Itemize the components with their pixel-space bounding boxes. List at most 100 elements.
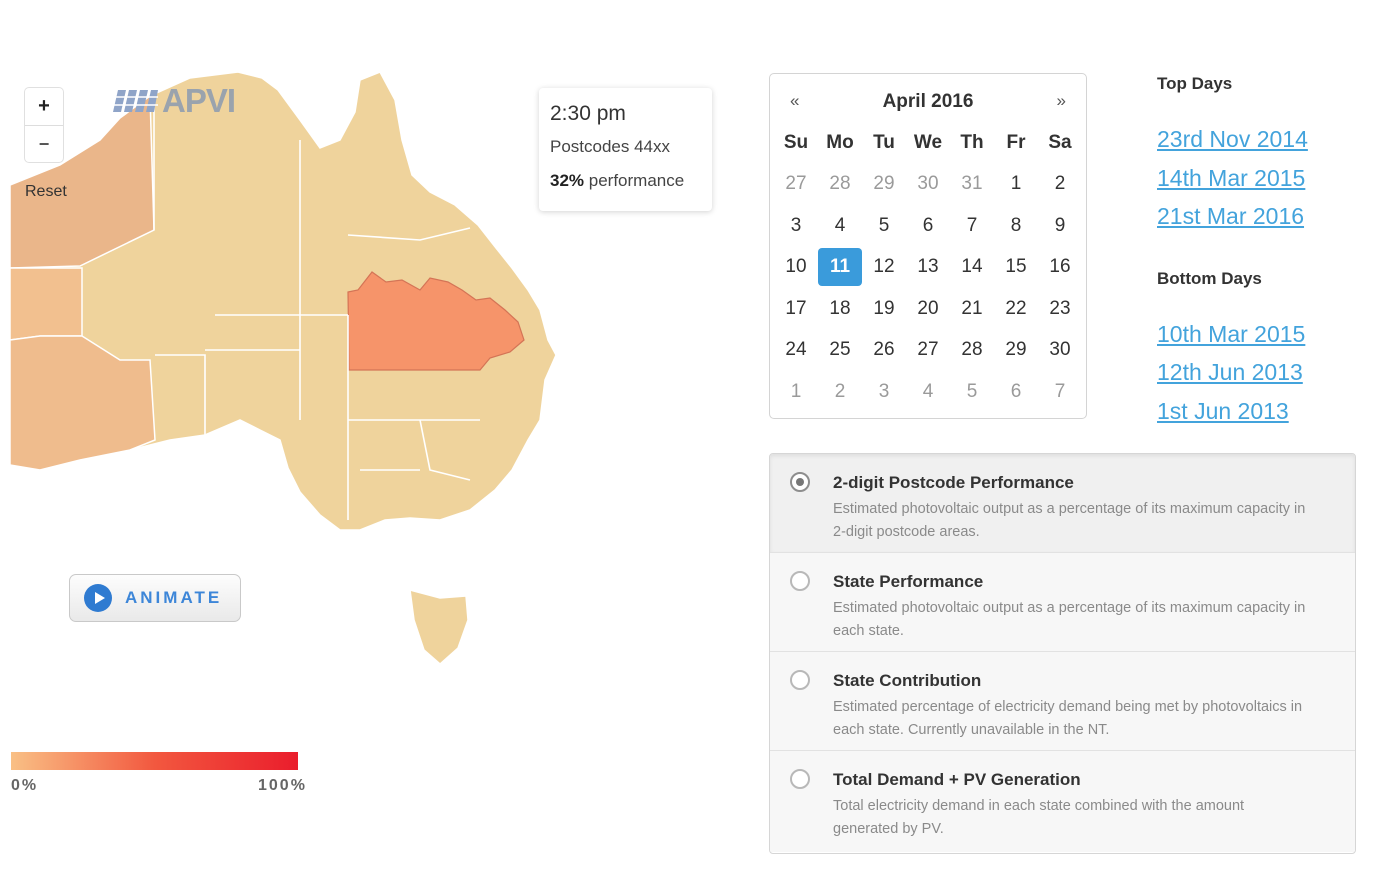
legend-max-label: 100%: [258, 777, 307, 794]
calendar-day[interactable]: 21: [950, 290, 994, 328]
calendar-day[interactable]: 22: [994, 290, 1038, 328]
calendar-day[interactable]: 30: [1038, 331, 1082, 369]
layer-description: Estimated photovoltaic output as a perce…: [833, 600, 1306, 639]
calendar-day[interactable]: 5: [862, 207, 906, 245]
calendar-day[interactable]: 27: [906, 331, 950, 369]
region-tasmania[interactable]: [409, 588, 469, 665]
calendar-day[interactable]: 28: [818, 165, 862, 203]
calendar-day[interactable]: 7: [1038, 373, 1082, 411]
calendar-day[interactable]: 3: [774, 207, 818, 245]
top-days-heading: Top Days: [1157, 74, 1233, 93]
calendar-day[interactable]: 5: [950, 373, 994, 411]
apvi-logo: APVI: [112, 82, 236, 120]
legend-gradient-bar: [11, 752, 298, 770]
calendar-day[interactable]: 6: [906, 207, 950, 245]
calendar-day[interactable]: 4: [818, 207, 862, 245]
calendar-day[interactable]: 23: [1038, 290, 1082, 328]
layer-radio[interactable]: [790, 670, 810, 690]
layer-option-total-demand[interactable]: Total Demand + PV Generation Total elect…: [770, 751, 1355, 852]
calendar-day[interactable]: 8: [994, 207, 1038, 245]
top-day-link[interactable]: 23rd Nov 2014: [1157, 120, 1377, 159]
region-western-australia-south[interactable]: [9, 267, 83, 341]
calendar-day[interactable]: 19: [862, 290, 906, 328]
calendar-day[interactable]: 13: [906, 248, 950, 286]
calendar-day[interactable]: 24: [774, 331, 818, 369]
top-day-link[interactable]: 21st Mar 2016: [1157, 197, 1377, 236]
calendar-day[interactable]: 9: [1038, 207, 1082, 245]
calendar-week-row: 10 11 12 13 14 15 16: [774, 248, 1082, 287]
legend-min-label: 0%: [11, 777, 39, 794]
calendar-day[interactable]: 1: [994, 165, 1038, 203]
calendar-day[interactable]: 25: [818, 331, 862, 369]
calendar-day[interactable]: 7: [950, 207, 994, 245]
calendar-day[interactable]: 17: [774, 290, 818, 328]
bottom-day-link[interactable]: 1st Jun 2013: [1157, 392, 1377, 431]
tooltip-performance-value: 32%: [550, 171, 585, 190]
layer-option-state-contribution[interactable]: State Contribution Estimated percentage …: [770, 652, 1355, 751]
tooltip-performance-label: performance: [588, 171, 685, 190]
layer-description: Estimated photovoltaic output as a perce…: [833, 501, 1306, 540]
zoom-in-button[interactable]: +: [25, 88, 63, 125]
calendar-day[interactable]: 12: [862, 248, 906, 286]
next-month-button[interactable]: »: [1057, 91, 1066, 111]
layer-description: Estimated percentage of electricity dema…: [833, 699, 1303, 738]
calendar-day[interactable]: 16: [1038, 248, 1082, 286]
weekday-label: Tu: [873, 132, 895, 153]
calendar-day[interactable]: 10: [774, 248, 818, 286]
layer-option-state-performance[interactable]: State Performance Estimated photovoltaic…: [770, 553, 1355, 652]
logo-text: APVI: [162, 82, 236, 119]
weekday-label: Fr: [1006, 132, 1026, 153]
calendar-day[interactable]: 27: [774, 165, 818, 203]
zoom-out-button[interactable]: −: [25, 125, 63, 163]
weekday-label: We: [913, 132, 943, 153]
bottom-day-link[interactable]: 12th Jun 2013: [1157, 353, 1377, 392]
calendar-day[interactable]: 31: [950, 165, 994, 203]
calendar-day[interactable]: 2: [818, 373, 862, 411]
layer-title: State Contribution: [833, 671, 982, 690]
layer-description: Total electricity demand in each state c…: [833, 798, 1245, 837]
calendar-week-row: 17 18 19 20 21 22 23: [774, 290, 1082, 328]
layer-radio[interactable]: [790, 571, 810, 591]
calendar-day[interactable]: 2: [1038, 165, 1082, 203]
bottom-day-link[interactable]: 10th Mar 2015: [1157, 315, 1377, 354]
calendar-day[interactable]: 14: [950, 248, 994, 286]
weekday-label: Mo: [826, 132, 854, 153]
calendar-day[interactable]: 29: [994, 331, 1038, 369]
bottom-days-heading: Bottom Days: [1157, 268, 1262, 288]
layer-options-list: 2-digit Postcode Performance Estimated p…: [769, 453, 1356, 854]
tooltip-postcode: Postcodes 44xx: [550, 137, 671, 156]
weekday-label: Sa: [1048, 132, 1072, 153]
layer-radio[interactable]: [790, 769, 810, 789]
layer-title: Total Demand + PV Generation: [833, 770, 1081, 789]
calendar-day-selected[interactable]: 11: [818, 248, 862, 287]
calendar-week-row: 27 28 29 30 31 1 2: [774, 165, 1082, 203]
calendar-day[interactable]: 30: [906, 165, 950, 203]
calendar-day[interactable]: 6: [994, 373, 1038, 411]
top-day-link[interactable]: 14th Mar 2015: [1157, 159, 1377, 198]
calendar-day[interactable]: 29: [862, 165, 906, 203]
reset-button[interactable]: Reset: [25, 183, 67, 201]
calendar-day[interactable]: 4: [906, 373, 950, 411]
tooltip-time: 2:30 pm: [550, 102, 626, 125]
calendar-week-row: 24 25 26 27 28 29 30: [774, 331, 1082, 369]
zoom-control: + −: [25, 88, 63, 162]
calendar-day[interactable]: 15: [994, 248, 1038, 286]
calendar-day[interactable]: 26: [862, 331, 906, 369]
calendar-day[interactable]: 1: [774, 373, 818, 411]
play-icon: [84, 584, 112, 612]
solar-panel-icon: [112, 90, 158, 112]
weekday-header-row: Su Mo Tu We Th Fr Sa: [774, 124, 1082, 162]
tooltip-performance: 32% performance: [550, 171, 702, 191]
layer-option-postcode-performance[interactable]: 2-digit Postcode Performance Estimated p…: [770, 454, 1355, 553]
calendar-day[interactable]: 20: [906, 290, 950, 328]
calendar-day[interactable]: 18: [818, 290, 862, 328]
layer-radio[interactable]: [790, 472, 810, 492]
calendar-day[interactable]: 3: [862, 373, 906, 411]
animate-button[interactable]: ANIMATE: [69, 574, 241, 622]
animate-label: ANIMATE: [125, 588, 223, 607]
calendar-day[interactable]: 28: [950, 331, 994, 369]
calendar-month-title[interactable]: April 2016: [770, 91, 1086, 113]
calendar-week-row: 1234567: [774, 373, 1082, 411]
calendar-header: « April 2016 »: [770, 91, 1086, 115]
map-panel[interactable]: + − APVI Reset 2:30 pm Postcodes 44xx 32…: [0, 0, 760, 892]
